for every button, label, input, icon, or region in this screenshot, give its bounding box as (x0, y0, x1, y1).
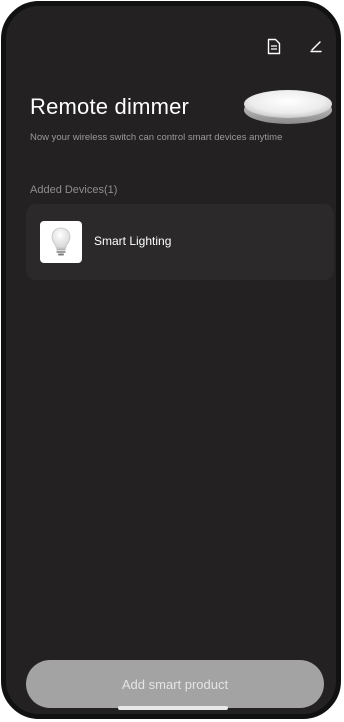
top-toolbar (264, 36, 326, 56)
ceiling-lamp-image (242, 86, 334, 126)
page-subtitle: Now your wireless switch can control sma… (30, 132, 283, 143)
phone-frame: Remote dimmer Now your wireless switch c… (1, 1, 341, 719)
page-title: Remote dimmer (30, 94, 190, 119)
edit-icon[interactable] (306, 36, 326, 56)
document-icon[interactable] (264, 36, 284, 56)
device-name: Smart Lighting (94, 234, 172, 248)
device-card-smart-lighting[interactable]: Smart Lighting (26, 204, 334, 280)
added-devices-label: Added Devices(1) (30, 184, 118, 196)
light-bulb-icon (40, 221, 82, 263)
screen: Remote dimmer Now your wireless switch c… (6, 6, 336, 714)
home-indicator (118, 706, 228, 710)
add-smart-product-button[interactable]: Add smart product (26, 660, 324, 708)
